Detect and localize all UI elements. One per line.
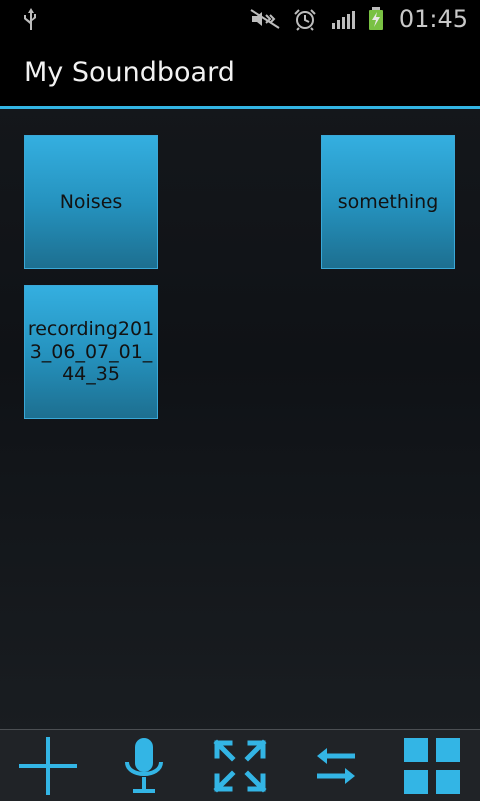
sound-tile-label: recording2013_06_07_01_44_35 xyxy=(27,318,155,386)
app-title: My Soundboard xyxy=(24,57,235,88)
grid-view-button[interactable] xyxy=(384,730,480,801)
add-button[interactable] xyxy=(0,730,96,801)
sound-tile-label: something xyxy=(337,190,439,213)
sound-tile-recording[interactable]: recording2013_06_07_01_44_35 xyxy=(24,285,158,419)
microphone-icon xyxy=(122,736,166,796)
soundboard-grid: Noises something recording2013_06_07_01_… xyxy=(0,109,480,729)
battery-charging-icon xyxy=(367,6,385,32)
status-bar: 01:45 xyxy=(0,0,480,38)
usb-icon xyxy=(22,7,40,31)
sound-tile-label: Noises xyxy=(59,190,123,213)
swap-button[interactable] xyxy=(288,730,384,801)
swap-icon xyxy=(311,742,361,790)
alarm-icon xyxy=(291,7,319,31)
grid-icon xyxy=(402,736,462,796)
mute-icon xyxy=(249,7,281,31)
action-bar: My Soundboard xyxy=(0,38,480,108)
status-right: 01:45 xyxy=(249,0,468,38)
record-button[interactable] xyxy=(96,730,192,801)
status-left xyxy=(22,0,50,38)
sound-tile-noises[interactable]: Noises xyxy=(24,135,158,269)
expand-icon xyxy=(210,736,270,796)
status-time: 01:45 xyxy=(398,5,468,33)
bottom-toolbar xyxy=(0,729,480,801)
add-icon xyxy=(18,736,78,796)
expand-button[interactable] xyxy=(192,730,288,801)
signal-icon xyxy=(329,7,357,31)
sound-tile-something[interactable]: something xyxy=(321,135,455,269)
